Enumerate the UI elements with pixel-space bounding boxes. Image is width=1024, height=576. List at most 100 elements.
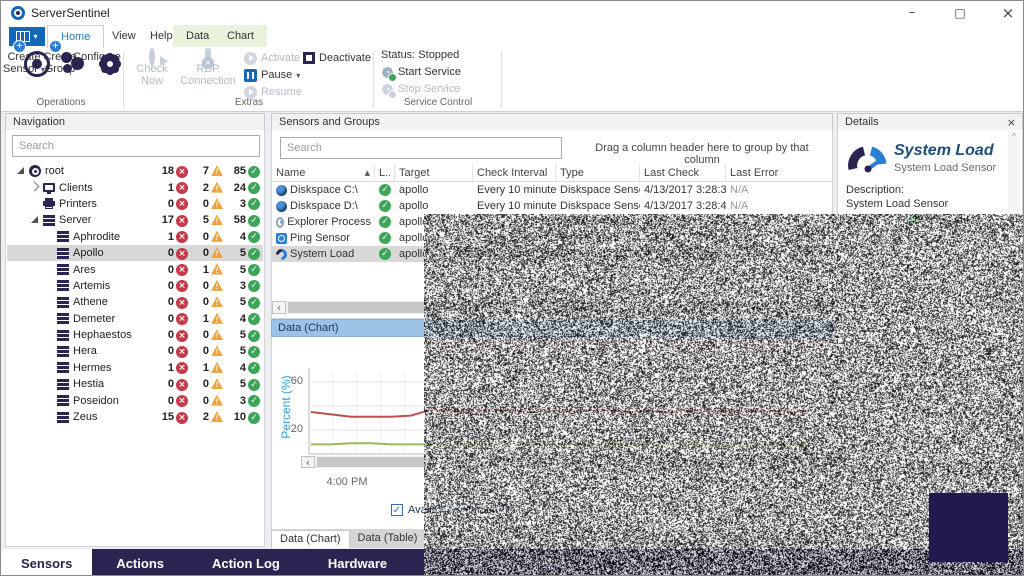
error-icon [176,165,188,178]
last-error-cell: N/A [726,184,826,196]
column-header-last-error[interactable]: Last Error [726,164,826,181]
configure-button[interactable]: Configure [71,51,123,63]
tree-item-zeus[interactable]: Zeus15210 [7,409,263,425]
deactivate-button[interactable]: Deactivate [303,51,371,65]
cell: System Load Sensor [556,248,640,260]
cell: apollo [395,216,473,228]
warning-icon [211,313,223,325]
navigation-search-input[interactable] [12,135,260,157]
bottom-tab-sensors[interactable]: Sensors [1,549,92,576]
tree-item-hermes[interactable]: Hermes114 [7,360,263,376]
details-scrollbar[interactable]: ^ [1008,132,1020,536]
collapsed-arrow-icon[interactable] [27,185,41,190]
ok-icon [248,394,260,407]
warning-icon [211,198,223,210]
rdp-connection-button[interactable]: × RDP Connection [177,51,239,87]
column-header-check-interval[interactable]: Check Interval [473,164,556,181]
bottom-tab-actions[interactable]: Actions [92,549,188,576]
cell: 4/13/2017 3:28:39... [640,184,726,196]
pause-button[interactable]: Pause ▾ [244,68,300,82]
horizontal-scrollbar[interactable] [286,301,832,314]
legend-item-available-memory[interactable]: Available Memory (%) [391,504,515,516]
tree-item-demeter[interactable]: Demeter014 [7,311,263,327]
tree-item-athene[interactable]: Athene005 [7,294,263,310]
expanded-arrow-icon[interactable] [27,217,41,223]
start-service-button[interactable]: Start Service [381,65,461,79]
tree-item-poseidon[interactable]: Poseidon003 [7,392,263,408]
column-header-last-result[interactable]: L.. [375,164,395,181]
error-count: 0 [150,329,174,341]
series-cpu-load [311,410,811,417]
tab-data-table[interactable]: Data (Table) [350,530,426,548]
checkbox-checked-icon[interactable] [391,504,403,516]
printer-icon [41,201,57,206]
table-row[interactable]: Diskspace C:\apolloEvery 10 minute(s)Dis… [272,182,832,198]
last-result-cell [375,232,395,244]
ok-count: 5 [226,247,246,259]
warning-count: 7 [191,165,209,177]
process-sensor-icon [276,217,284,228]
tree-item-root[interactable]: root18785 [7,163,263,179]
error-icon [176,329,188,342]
scroll-left-button[interactable]: ‹ [272,301,286,314]
cell: Every 10 minute(s) [473,232,556,244]
scrollbar-thumb[interactable] [288,302,828,313]
tree-item-clients[interactable]: Clients1224 [7,179,263,195]
group-by-hint: Drag a column header here to group by th… [577,142,827,166]
last-error-cell: N/A [726,248,826,260]
close-button[interactable]: × [993,3,1023,23]
column-header-name[interactable]: Name▲ [272,164,375,181]
check-now-button[interactable]: Check Now [129,51,175,87]
tree-item-hera[interactable]: Hera005 [7,343,263,359]
table-row[interactable]: System LoadapolloEvery 10 minute(s)Syste… [272,246,832,262]
ok-icon [248,181,260,194]
ok-count: 5 [226,264,246,276]
tree-item-artemis[interactable]: Artemis003 [7,278,263,294]
navigation-panel-header: Navigation [5,113,265,131]
error-icon [176,279,188,292]
tree-item-hephaestos[interactable]: Hephaestos005 [7,327,263,343]
cell: Every 10 minute(s) [473,184,556,196]
ok-icon [248,197,260,210]
disk-sensor-icon [276,185,287,196]
tree-item-label: Poseidon [71,395,119,407]
tree-item-server[interactable]: Server17558 [7,212,263,228]
table-row[interactable]: Diskspace D:\apolloEvery 10 minute(s)Dis… [272,198,832,214]
table-row[interactable]: Explorer ProcessapolloEvery 10 minute(s)… [272,214,832,230]
column-header-target[interactable]: Target [395,164,473,181]
expanded-arrow-icon[interactable] [13,168,27,174]
tree-item-aphrodite[interactable]: Aphrodite104 [7,229,263,245]
tree-item-label: Aphrodite [71,231,120,243]
tree-item-printers[interactable]: Printers003 [7,196,263,212]
scrollbar-thumb[interactable] [317,457,827,467]
table-row[interactable]: Ping SensorapolloEvery 10 minute(s)Ping … [272,230,832,246]
group-label-extras: Extras [129,97,369,108]
activate-button[interactable]: Activate [244,51,300,65]
close-icon[interactable]: × [1007,114,1016,131]
sensors-search-input[interactable] [280,137,562,159]
tree-item-hestia[interactable]: Hestia005 [7,376,263,392]
tree-item-label: Hermes [71,362,112,374]
column-header-last-check[interactable]: Last Check [640,164,726,181]
tree-item-ares[interactable]: Ares015 [7,261,263,277]
sensors-table-body: Diskspace C:\apolloEvery 10 minute(s)Dis… [272,182,832,262]
chart-scroll-left-button[interactable]: ‹ [301,456,315,468]
cell: apollo [395,184,473,196]
maximize-button[interactable]: □ [945,3,975,23]
warning-count: 2 [191,411,209,423]
stop-service-button[interactable]: Stop Service [381,82,460,96]
minimize-button[interactable]: – [897,3,927,23]
error-count: 1 [150,182,174,194]
chart-horizontal-scrollbar[interactable] [315,456,831,468]
ok-count: 10 [226,411,246,423]
tab-data-chart[interactable]: Data (Chart) [271,530,350,548]
error-count: 0 [150,280,174,292]
column-header-type[interactable]: Type [556,164,640,181]
series-available-memory [311,443,811,444]
bottom-tab-hardware[interactable]: Hardware [304,549,411,576]
tree-item-apollo[interactable]: Apollo005 [7,245,263,261]
tab-chart[interactable]: Chart [214,25,267,47]
warning-icon [211,231,223,243]
bottom-tab-action-log[interactable]: Action Log [188,549,304,576]
last-error-cell: N/A [726,200,826,212]
